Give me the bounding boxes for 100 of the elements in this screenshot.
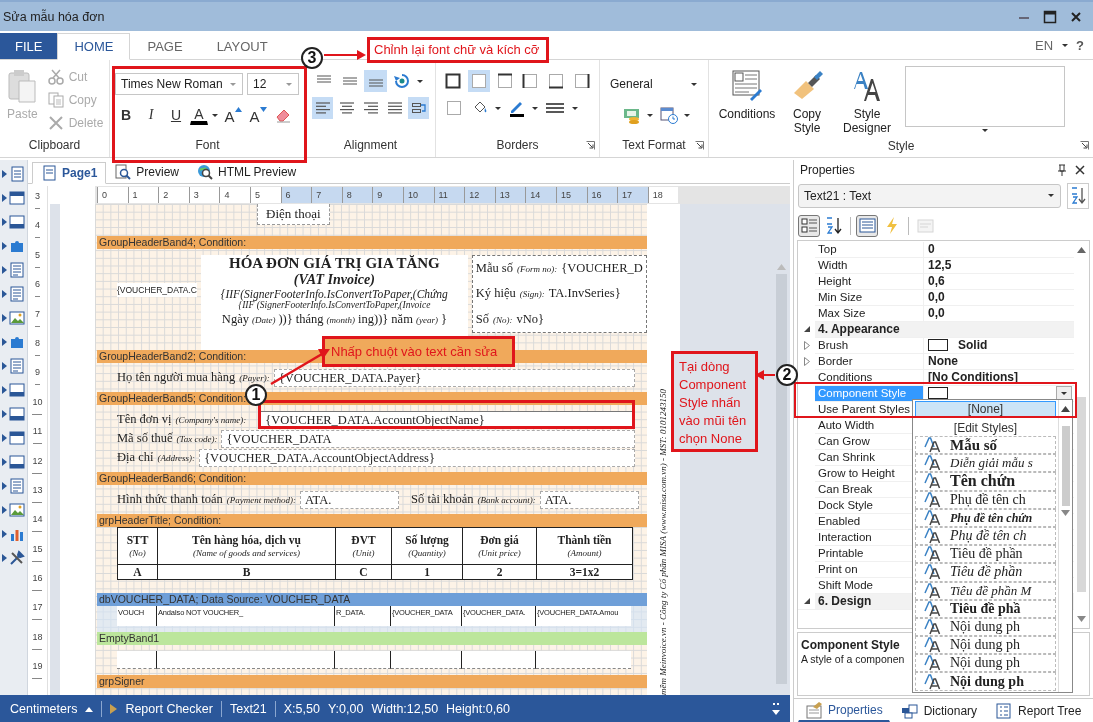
style-option[interactable]: Nội dung ph — [915, 617, 1056, 637]
expand-arrow-icon[interactable] — [2, 434, 7, 442]
expand-arrow-icon[interactable] — [2, 410, 7, 418]
maximize-icon[interactable] — [1043, 9, 1057, 24]
text-icon[interactable] — [9, 262, 25, 278]
units-label[interactable]: Centimeters — [10, 701, 78, 716]
category-label[interactable]: 6. Design — [815, 594, 872, 609]
expand-arrow-icon[interactable] — [2, 482, 7, 490]
panel-icon[interactable] — [9, 406, 25, 422]
ribbon-tab[interactable]: HOME — [57, 33, 131, 60]
panel-icon[interactable] — [9, 214, 25, 230]
expand-arrow-icon[interactable] — [2, 362, 7, 370]
style-option[interactable]: Diễn giải mẫu s — [915, 454, 1056, 473]
play-icon[interactable] — [110, 703, 118, 714]
align-wrap-button[interactable] — [408, 97, 429, 119]
style-option[interactable]: Nội dung ph — [915, 636, 1056, 655]
ribbon-tab[interactable]: PAGE — [130, 33, 200, 59]
puzzle-icon[interactable] — [9, 334, 25, 350]
grow-font-button[interactable]: A — [222, 104, 244, 126]
data-field[interactable]: {VOUCHER_DATA — [221, 429, 635, 448]
style-conditions-button[interactable]: Conditions — [719, 66, 775, 138]
expand-arrow-icon[interactable] — [2, 458, 7, 466]
caret-icon[interactable] — [1061, 41, 1070, 49]
panel-icon[interactable] — [9, 454, 25, 470]
page-icon[interactable] — [9, 166, 25, 182]
close-icon[interactable] — [1075, 164, 1085, 175]
puzzle-icon[interactable] — [9, 238, 25, 254]
expand-arrow-icon[interactable] — [2, 194, 7, 202]
bold-button[interactable]: B — [115, 104, 137, 126]
close-icon[interactable] — [1069, 9, 1083, 24]
panel-tab[interactable]: Properties — [798, 699, 890, 722]
object-selector[interactable]: Text21 : Text — [798, 183, 1061, 208]
expand-arrow-icon[interactable] — [2, 266, 7, 274]
shrink-font-button[interactable]: A — [247, 104, 269, 126]
style-designer-button[interactable]: Style Designer — [839, 66, 895, 138]
data-field[interactable]: ATA. — [539, 490, 639, 509]
dropdown-button[interactable] — [1056, 386, 1072, 401]
expand-arrow-icon[interactable] — [2, 290, 7, 298]
expand-arrow-icon[interactable] — [2, 554, 7, 562]
image-icon[interactable] — [9, 310, 25, 326]
style-option[interactable]: Tiêu đề phần — [915, 563, 1056, 582]
text-icon[interactable] — [9, 358, 25, 374]
report-checker-button[interactable]: Report Checker — [125, 701, 213, 716]
document-tab[interactable]: Page1 — [32, 162, 107, 184]
style-copy-button[interactable]: Copy Style — [779, 66, 835, 138]
scrollbar-thumb[interactable] — [1061, 426, 1070, 506]
file-menu-button[interactable]: FILE — [0, 33, 58, 59]
ribbon-tab[interactable]: LAYOUT — [199, 33, 285, 59]
layout-icon[interactable] — [9, 190, 25, 206]
property-name[interactable]: Min Size — [815, 289, 923, 305]
property-name[interactable]: Border — [815, 353, 923, 369]
expand-arrow-icon[interactable] — [802, 356, 811, 366]
underline-button[interactable]: U — [165, 104, 187, 126]
text-icon[interactable] — [9, 478, 25, 494]
panel-tab[interactable]: Dictionary — [893, 699, 985, 722]
caret-icon[interactable] — [646, 111, 654, 119]
dialog-launcher-icon[interactable] — [586, 140, 595, 150]
panel-tab[interactable]: Report Tree — [988, 699, 1089, 722]
property-name[interactable]: Brush — [815, 337, 923, 353]
style-option[interactable]: Tiêu đề phần — [915, 545, 1056, 564]
caret-icon[interactable] — [416, 77, 424, 85]
caret-icon[interactable] — [494, 104, 502, 112]
style-option[interactable]: Nội dung ph — [915, 654, 1056, 673]
style-option[interactable]: Tên chứn — [915, 472, 1056, 491]
style-option[interactable]: Nội dung ph — [915, 672, 1056, 691]
expand-arrow-icon[interactable] — [2, 530, 7, 538]
expand-arrow-icon[interactable] — [802, 340, 811, 350]
expand-arrow-icon[interactable] — [2, 506, 7, 514]
scroll-down-icon[interactable] — [1077, 615, 1086, 622]
list-view-button[interactable] — [856, 214, 878, 237]
scroll-down-icon[interactable] — [1061, 510, 1070, 516]
date-format-button[interactable] — [657, 104, 680, 126]
caret-icon[interactable] — [531, 104, 539, 112]
scroll-up-icon[interactable] — [1061, 406, 1070, 412]
panel-icon[interactable] — [9, 382, 25, 398]
image-icon[interactable] — [9, 502, 25, 518]
style-option[interactable]: Tiêu đề phầ — [915, 599, 1056, 618]
grip-icon[interactable] — [772, 701, 780, 716]
property-name[interactable]: Height — [815, 273, 923, 289]
list-option[interactable]: [None] — [915, 401, 1056, 417]
style-option[interactable]: Mẫu số — [915, 436, 1056, 455]
property-name[interactable]: Conditions — [815, 369, 923, 385]
property-name[interactable]: Width — [815, 257, 923, 273]
caret-icon[interactable] — [571, 104, 579, 112]
property-name[interactable]: Max Size — [815, 305, 923, 321]
italic-button[interactable]: I — [140, 104, 162, 126]
font-size-dropdown[interactable]: 12 — [247, 73, 299, 95]
sort-button[interactable] — [1067, 182, 1089, 209]
caret-icon[interactable] — [683, 111, 691, 119]
layout-icon[interactable] — [9, 430, 25, 446]
expand-arrow-icon[interactable] — [2, 314, 7, 322]
caret-icon[interactable] — [211, 111, 219, 119]
tools-icon[interactable] — [9, 550, 25, 566]
style-option[interactable]: Phụ đề tên chứn — [915, 508, 1056, 527]
dialog-launcher-icon[interactable] — [1080, 141, 1089, 150]
property-name[interactable]: Top — [815, 241, 923, 257]
help-button[interactable]: ? — [1075, 36, 1085, 54]
expand-arrow-icon[interactable] — [2, 386, 7, 394]
expand-arrow-icon[interactable] — [2, 170, 7, 178]
text-icon[interactable] — [9, 286, 25, 302]
